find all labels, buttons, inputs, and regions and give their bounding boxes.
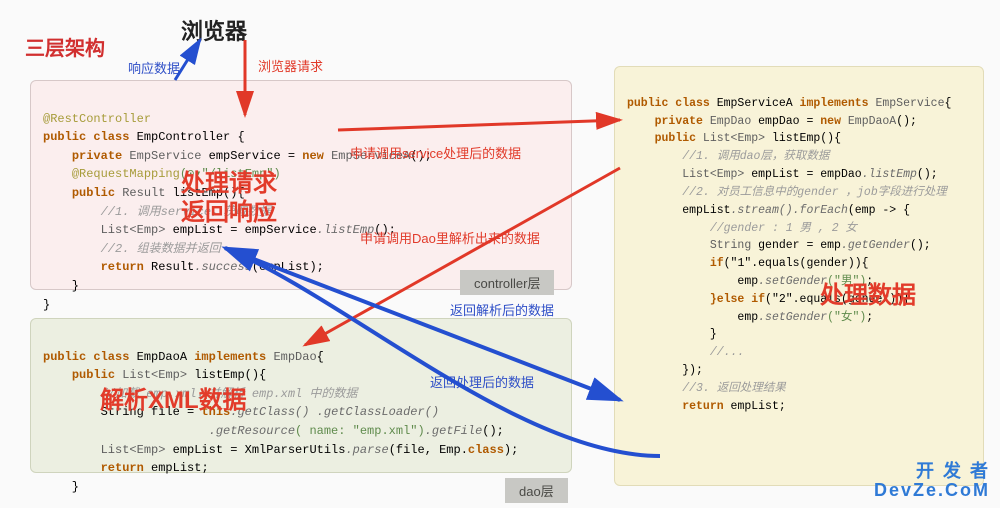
label-response-data: 响应数据 (128, 58, 180, 77)
label-return-response: 返回响应 (181, 192, 277, 227)
label-call-service: 申请调用service处理后的数据 (350, 143, 521, 162)
label-browser-request: 浏览器请求 (258, 56, 323, 75)
label-call-dao: 申请调用Dao里解析出来的数据 (360, 228, 540, 247)
dao-layer-tag: dao层 (505, 478, 568, 503)
title-browser: 浏览器 (181, 14, 247, 46)
watermark: 开 发 者 DevZe.CoM (874, 462, 990, 500)
controller-layer-tag: controller层 (460, 270, 554, 295)
label-process-data: 处理数据 (820, 275, 916, 310)
label-return-processed: 返回处理后的数据 (430, 372, 534, 391)
controller-card: @RestController public class EmpControll… (30, 80, 572, 290)
service-card: public class EmpServiceA implements EmpS… (614, 66, 984, 486)
title-architecture: 三层架构 (25, 32, 105, 61)
service-code: public class EmpServiceA implements EmpS… (627, 77, 971, 415)
label-return-parsed: 返回解析后的数据 (450, 300, 554, 319)
label-parse-xml: 解析XML数据 (100, 380, 247, 415)
